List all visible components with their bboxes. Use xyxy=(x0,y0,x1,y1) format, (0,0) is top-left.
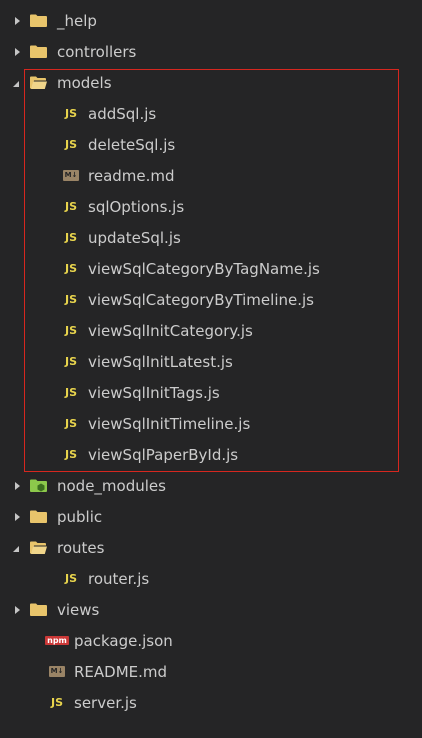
folder-label: controllers xyxy=(57,42,137,61)
file-row-server-js[interactable]: JS server.js xyxy=(0,687,422,718)
folder-row-node-modules[interactable]: node_modules xyxy=(0,470,422,501)
file-label: server.js xyxy=(74,693,137,712)
file-label: package.json xyxy=(74,631,173,650)
folder-label: routes xyxy=(57,538,105,557)
folder-icon xyxy=(30,603,47,616)
js-file-icon: JS xyxy=(64,138,77,151)
folder-label: views xyxy=(57,600,100,619)
folder-row-views[interactable]: views xyxy=(0,594,422,625)
folder-icon xyxy=(30,510,47,523)
file-label: addSql.js xyxy=(88,104,157,123)
js-file-icon: JS xyxy=(64,262,77,275)
file-row-updatesql[interactable]: JS updateSql.js xyxy=(0,222,422,253)
file-label: readme.md xyxy=(88,166,175,185)
node-folder-icon xyxy=(30,479,47,492)
file-label: viewSqlInitTimeline.js xyxy=(88,414,251,433)
chevron-right-icon[interactable] xyxy=(12,44,22,60)
file-label: deleteSql.js xyxy=(88,135,176,154)
js-file-icon: JS xyxy=(64,448,77,461)
file-row-viewsqlinitlatest[interactable]: JS viewSqlInitLatest.js xyxy=(0,346,422,377)
file-label: viewSqlCategoryByTimeline.js xyxy=(88,290,314,309)
folder-label: models xyxy=(57,73,112,92)
file-label: viewSqlInitTags.js xyxy=(88,383,220,402)
file-row-viewsqlcategorybytimeline[interactable]: JS viewSqlCategoryByTimeline.js xyxy=(0,284,422,315)
folder-label: public xyxy=(57,507,103,526)
js-file-icon: JS xyxy=(50,696,63,709)
file-row-readme-md[interactable]: M↓ readme.md xyxy=(0,160,422,191)
folder-row-routes[interactable]: routes xyxy=(0,532,422,563)
file-label: viewSqlPaperById.js xyxy=(88,445,239,464)
chevron-down-icon[interactable] xyxy=(12,540,22,556)
file-row-readme-root[interactable]: M↓ README.md xyxy=(0,656,422,687)
chevron-down-icon[interactable] xyxy=(12,75,22,91)
file-explorer: _help controllers models JS addSql.js JS… xyxy=(0,0,422,738)
file-label: README.md xyxy=(74,662,168,681)
file-row-viewsqlpaperbyid[interactable]: JS viewSqlPaperById.js xyxy=(0,439,422,470)
file-label: router.js xyxy=(88,569,150,588)
markdown-file-icon: M↓ xyxy=(48,666,66,677)
markdown-file-icon: M↓ xyxy=(62,170,80,181)
folder-label: node_modules xyxy=(57,476,166,495)
chevron-right-icon[interactable] xyxy=(12,509,22,525)
js-file-icon: JS xyxy=(64,572,77,585)
file-label: updateSql.js xyxy=(88,228,181,247)
folder-open-icon xyxy=(30,76,47,89)
file-label: viewSqlCategoryByTagName.js xyxy=(88,259,320,278)
folder-row-models[interactable]: models xyxy=(0,67,422,98)
js-file-icon: JS xyxy=(64,231,77,244)
js-file-icon: JS xyxy=(64,200,77,213)
js-file-icon: JS xyxy=(64,355,77,368)
folder-row-public[interactable]: public xyxy=(0,501,422,532)
folder-open-icon xyxy=(30,541,47,554)
folder-icon xyxy=(30,45,47,58)
folder-label: _help xyxy=(57,11,97,30)
js-file-icon: JS xyxy=(64,386,77,399)
npm-file-icon: npm xyxy=(45,636,69,645)
file-row-viewsqlinittimeline[interactable]: JS viewSqlInitTimeline.js xyxy=(0,408,422,439)
file-row-viewsqlinitcategory[interactable]: JS viewSqlInitCategory.js xyxy=(0,315,422,346)
folder-icon xyxy=(30,14,47,27)
file-row-addsql[interactable]: JS addSql.js xyxy=(0,98,422,129)
file-label: viewSqlInitCategory.js xyxy=(88,321,253,340)
js-file-icon: JS xyxy=(64,324,77,337)
js-file-icon: JS xyxy=(64,107,77,120)
folder-row-help[interactable]: _help xyxy=(0,5,422,36)
file-row-deletesql[interactable]: JS deleteSql.js xyxy=(0,129,422,160)
file-row-viewsqlinittags[interactable]: JS viewSqlInitTags.js xyxy=(0,377,422,408)
chevron-right-icon[interactable] xyxy=(12,602,22,618)
file-label: sqlOptions.js xyxy=(88,197,185,216)
js-file-icon: JS xyxy=(64,293,77,306)
file-row-sqloptions[interactable]: JS sqlOptions.js xyxy=(0,191,422,222)
chevron-right-icon[interactable] xyxy=(12,478,22,494)
chevron-right-icon[interactable] xyxy=(12,13,22,29)
folder-row-controllers[interactable]: controllers xyxy=(0,36,422,67)
file-label: viewSqlInitLatest.js xyxy=(88,352,233,371)
js-file-icon: JS xyxy=(64,417,77,430)
file-row-package-json[interactable]: npm package.json xyxy=(0,625,422,656)
file-row-viewsqlcategorybytagname[interactable]: JS viewSqlCategoryByTagName.js xyxy=(0,253,422,284)
file-row-router[interactable]: JS router.js xyxy=(0,563,422,594)
